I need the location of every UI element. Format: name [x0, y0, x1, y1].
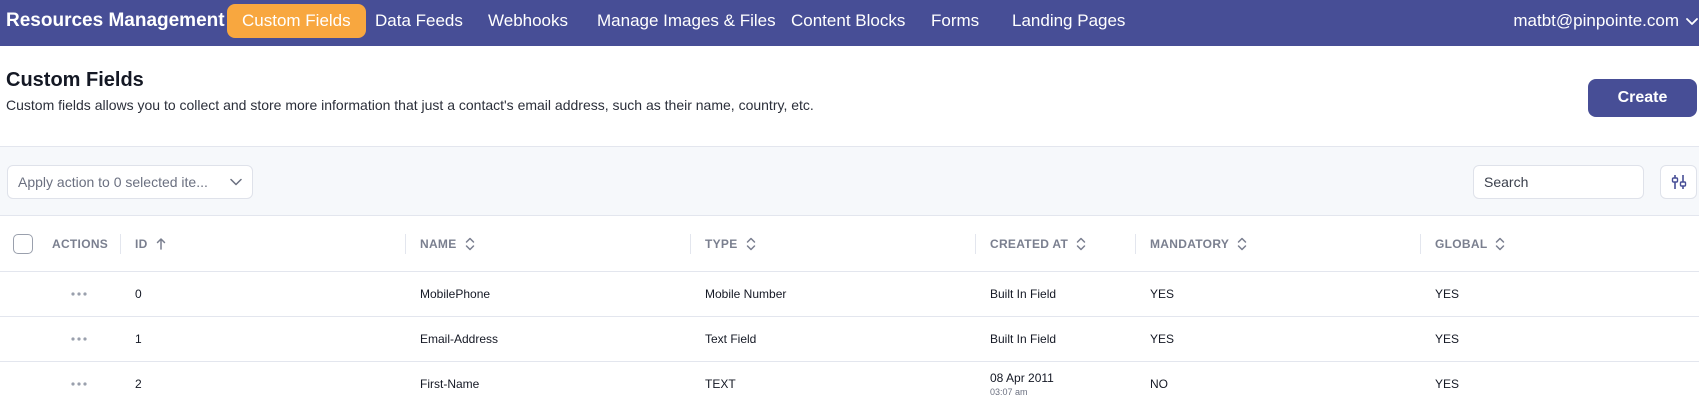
page-title: Custom Fields — [6, 69, 144, 91]
nav-tab-landing-pages[interactable]: Landing Pages — [997, 4, 1140, 38]
cell-id: 2 — [135, 377, 142, 391]
cell-mandatory: YES — [1150, 287, 1175, 301]
cell-mandatory: YES — [1150, 332, 1175, 346]
column-divider — [690, 234, 691, 254]
table-row[interactable]: 0 MobilePhone Mobile Number Built In Fie… — [0, 272, 1699, 317]
user-email: matbt@pinpointe.com — [1513, 11, 1679, 30]
chevron-down-icon — [1686, 18, 1698, 25]
column-header-label: TYPE — [705, 237, 738, 251]
cell-global: YES — [1435, 332, 1460, 346]
column-header-label: ID — [135, 237, 148, 251]
nav-tab-manage-images-files[interactable]: Manage Images & Files — [582, 4, 791, 38]
column-header-actions: ACTIONS — [52, 235, 108, 253]
cell-type: TEXT — [705, 377, 736, 391]
sort-unsorted-icon — [1076, 237, 1086, 251]
cell-id: 1 — [135, 332, 142, 346]
search-input[interactable] — [1473, 165, 1644, 199]
cell-created-at: 08 Apr 2011 — [990, 371, 1054, 385]
more-actions-icon[interactable] — [70, 381, 88, 387]
column-header-name[interactable]: NAME — [420, 235, 475, 253]
cell-global: YES — [1435, 377, 1460, 391]
cell-name: MobilePhone — [420, 287, 491, 301]
column-header-label: MANDATORY — [1150, 237, 1230, 251]
sort-ascending-icon — [156, 238, 165, 250]
select-all-checkbox[interactable] — [13, 234, 33, 254]
page-description: Custom fields allows you to collect and … — [6, 97, 814, 113]
more-actions-icon[interactable] — [70, 291, 88, 297]
nav-tab-custom-fields[interactable]: Custom Fields — [227, 4, 366, 38]
column-header-mandatory[interactable]: MANDATORY — [1150, 235, 1247, 253]
more-actions-icon[interactable] — [70, 336, 88, 342]
column-divider — [1420, 234, 1421, 254]
column-header-label: CREATED AT — [990, 237, 1069, 251]
cell-type: Mobile Number — [705, 287, 787, 301]
column-header-created-at[interactable]: CREATED AT — [990, 235, 1086, 253]
column-header-id[interactable]: ID — [135, 235, 166, 253]
user-account-menu[interactable]: matbt@pinpointe.com — [1513, 4, 1699, 38]
nav-tab-webhooks[interactable]: Webhooks — [473, 4, 583, 38]
column-divider — [405, 234, 406, 254]
top-navigation-bar: Resources Management Custom Fields Data … — [0, 0, 1699, 46]
cell-name: Email-Address — [420, 332, 499, 346]
cell-created-time: 03:07 am — [990, 387, 1028, 397]
column-header-label: ACTIONS — [52, 237, 109, 251]
bulk-action-select[interactable]: Apply action to 0 selected ite... — [7, 165, 253, 199]
column-divider — [1135, 234, 1136, 254]
table-row[interactable]: 2 First-Name TEXT 08 Apr 2011 03:07 am N… — [0, 362, 1699, 405]
column-header-label: NAME — [420, 237, 457, 251]
nav-tab-data-feeds[interactable]: Data Feeds — [360, 4, 478, 38]
cell-mandatory: NO — [1150, 377, 1168, 391]
chevron-down-icon — [230, 178, 242, 186]
nav-tab-forms[interactable]: Forms — [916, 4, 994, 38]
cell-created-at: Built In Field — [990, 332, 1057, 346]
sort-unsorted-icon — [1237, 237, 1247, 251]
cell-id: 0 — [135, 287, 142, 301]
table-header-row: ACTIONS ID NAME TYPE CREATED AT MANDATOR… — [0, 216, 1699, 272]
nav-tab-content-blocks[interactable]: Content Blocks — [776, 4, 920, 38]
sort-unsorted-icon — [746, 237, 755, 251]
app-brand-title: Resources Management — [6, 10, 225, 31]
cell-global: YES — [1435, 287, 1460, 301]
column-divider — [120, 234, 121, 254]
sort-unsorted-icon — [1496, 237, 1505, 251]
column-header-label: GLOBAL — [1435, 237, 1488, 251]
create-button[interactable]: Create — [1588, 79, 1697, 117]
cell-name: First-Name — [420, 377, 480, 391]
bulk-action-label: Apply action to 0 selected ite... — [18, 174, 208, 190]
column-divider — [975, 234, 976, 254]
column-header-global[interactable]: GLOBAL — [1435, 235, 1505, 253]
column-header-type[interactable]: TYPE — [705, 235, 756, 253]
filter-sliders-icon — [1671, 175, 1686, 189]
cell-created-at: Built In Field — [990, 287, 1057, 301]
sort-unsorted-icon — [465, 237, 474, 251]
table-toolbar: Apply action to 0 selected ite... — [0, 146, 1699, 216]
table-row[interactable]: 1 Email-Address Text Field Built In Fiel… — [0, 317, 1699, 362]
column-filter-button[interactable] — [1660, 165, 1697, 199]
cell-type: Text Field — [705, 332, 757, 346]
